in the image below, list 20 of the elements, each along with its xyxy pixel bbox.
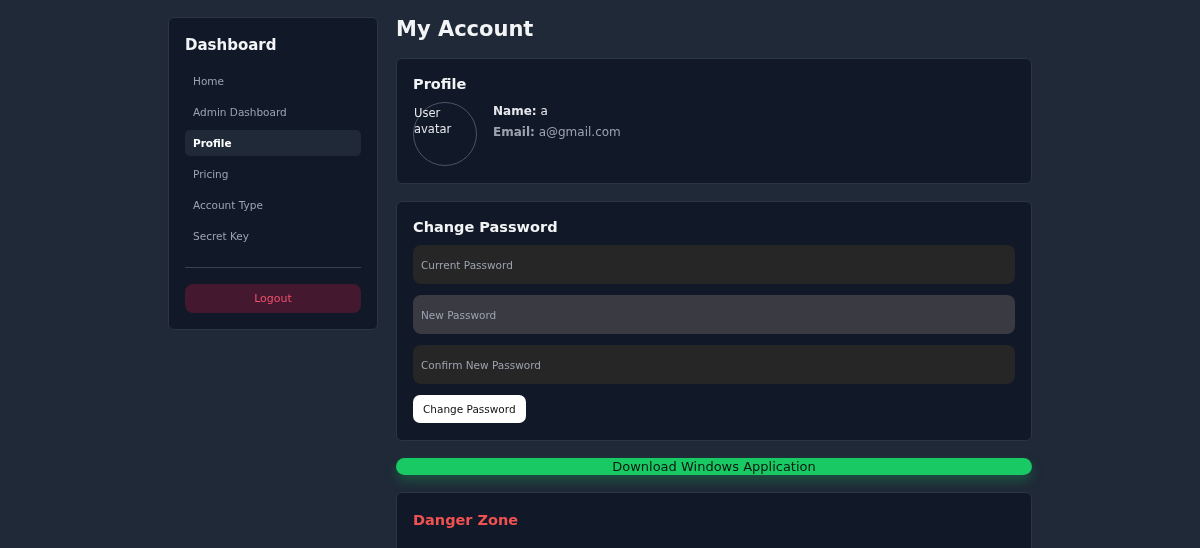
password-field[interactable]: New Password: [413, 295, 1015, 334]
sidebar-item[interactable]: Account Type: [185, 192, 361, 218]
sidebar-item[interactable]: Pricing: [185, 161, 361, 187]
card-title: Profile: [413, 76, 468, 92]
sidebar-item[interactable]: Profile: [185, 130, 361, 156]
sidebar-item[interactable]: Home: [185, 68, 361, 94]
password-field[interactable]: Confirm New Password: [413, 345, 1015, 384]
sidebar-item[interactable]: Secret Key: [185, 223, 361, 249]
profile-name: Name: a: [493, 104, 549, 118]
password-field[interactable]: Current Password: [413, 245, 1015, 284]
download-button[interactable]: Download Windows Application: [396, 458, 1032, 475]
page-title: My Account: [396, 17, 535, 41]
avatar-alt-text: User avatar: [414, 105, 453, 137]
sidebar-item[interactable]: Admin Dashboard: [185, 99, 361, 125]
card-title: Danger Zone: [413, 511, 520, 528]
change-password-button[interactable]: Change Password: [413, 395, 526, 423]
sidebar-title: Dashboard: [185, 36, 278, 54]
logout-button[interactable]: Logout: [185, 284, 361, 313]
card-title: Change Password: [413, 219, 559, 235]
profile-email: Email: a@gmail.com: [493, 125, 621, 139]
